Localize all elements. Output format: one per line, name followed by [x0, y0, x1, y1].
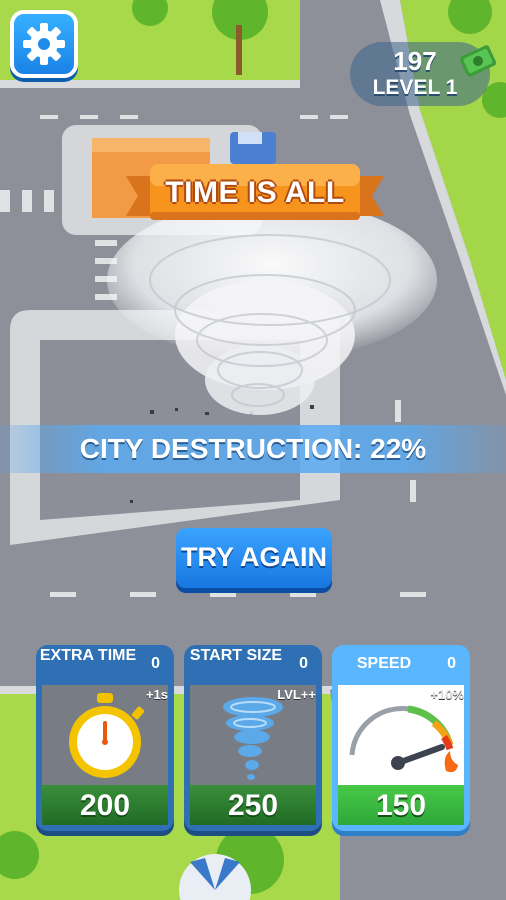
upgrade-price: 250	[227, 789, 279, 822]
upgrade-tag: +1s	[145, 687, 168, 702]
upgrade-title: EXTRA TIME	[39, 647, 137, 664]
upgrade-title: START SIZE	[189, 647, 283, 664]
upgrade-tag: +10%	[430, 687, 464, 702]
upgrade-card-start-size[interactable]: START SIZE 0 LVL++ 250	[184, 645, 322, 831]
upgrade-card-extra-time[interactable]: EXTRA TIME 0 +1s 200	[36, 645, 174, 831]
upgrade-price: 200	[79, 789, 131, 822]
upgrade-count: 0	[447, 655, 456, 672]
upgrade-price-bar: 200	[42, 785, 168, 825]
upgrade-price: 150	[375, 789, 427, 822]
result-banner: TIME IS ALL	[126, 162, 384, 228]
destruction-bar: CITY DESTRUCTION: 22%	[0, 425, 506, 473]
destruction-text: CITY DESTRUCTION: 22%	[79, 433, 427, 464]
upgrade-price-bar: 150	[338, 785, 464, 825]
banner-text: TIME IS ALL	[165, 176, 345, 209]
try-again-label: TRY AGAIN	[180, 542, 327, 572]
cash-icon	[459, 45, 497, 77]
upgrade-tag: LVL++	[277, 687, 316, 702]
upgrade-count: 0	[299, 655, 308, 672]
try-again-button[interactable]: TRY AGAIN	[176, 528, 332, 588]
gear-icon	[23, 23, 65, 65]
currency-panel: 197 LEVEL 1	[350, 42, 497, 106]
upgrade-count: 0	[151, 655, 160, 672]
settings-button[interactable]	[10, 10, 78, 78]
upgrade-title: SPEED	[356, 655, 412, 672]
currency-amount: 197	[393, 46, 437, 76]
upgrade-price-bar: 250	[190, 785, 316, 825]
upgrade-card-speed[interactable]: SPEED 0 +10% 150	[332, 645, 470, 831]
